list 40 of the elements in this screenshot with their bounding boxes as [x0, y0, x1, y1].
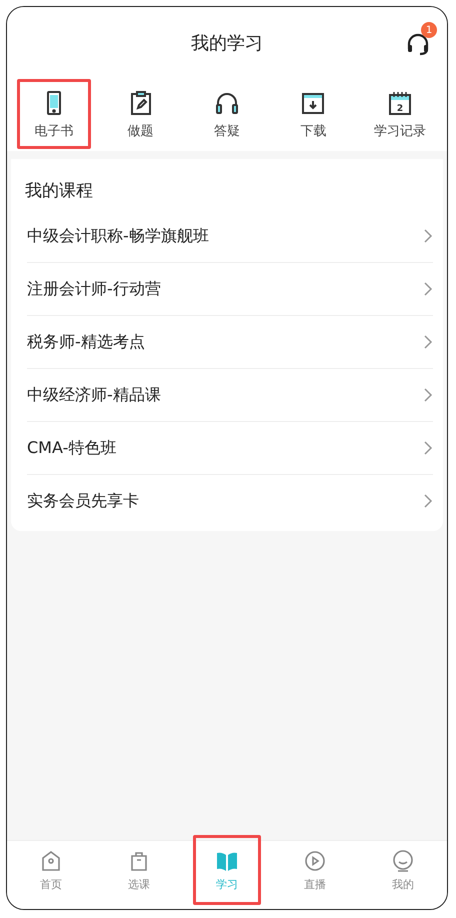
tab-label: 选课 [128, 876, 150, 892]
tab-item[interactable]: 我的 [369, 835, 437, 905]
shortcut-label: 做题 [128, 123, 154, 140]
shortcut-item[interactable]: 2 学习记录 [362, 79, 437, 149]
course-item[interactable]: 税务师-精选考点 [27, 316, 433, 369]
shortcut-item[interactable]: 答疑 [190, 79, 264, 149]
play-icon [303, 848, 327, 872]
headset-icon [405, 31, 431, 57]
tab-item[interactable]: 首页 [17, 835, 85, 905]
notification-badge: 1 [421, 22, 437, 38]
tab-item[interactable]: 直播 [281, 835, 349, 905]
course-item[interactable]: CMA-特色班 [27, 422, 433, 475]
shortcut-label: 答疑 [214, 123, 240, 140]
tab-label: 学习 [216, 876, 238, 892]
shortcut-item[interactable]: 下载 [276, 79, 351, 149]
smiley-icon [391, 848, 415, 872]
headphones-icon [214, 90, 240, 116]
course-item[interactable]: 中级经济师-精品课 [27, 369, 433, 422]
chevron-right-icon [423, 388, 433, 402]
chevron-right-icon [423, 441, 433, 455]
section-title: 我的课程 [24, 180, 94, 203]
tab-label: 我的 [392, 876, 414, 892]
folder-download-icon [300, 90, 326, 116]
course-item[interactable]: 注册会计师-行动营 [27, 263, 433, 316]
shortcut-label: 学习记录 [374, 123, 426, 140]
shortcut-item[interactable]: 做题 [103, 79, 178, 149]
tab-item[interactable]: 选课 [105, 835, 173, 905]
shortcut-label: 电子书 [34, 123, 74, 140]
shortcut-item[interactable]: 电子书 [17, 79, 92, 149]
home-icon [39, 848, 63, 872]
course-item[interactable]: 实务会员先享卡 [27, 475, 433, 527]
chevron-right-icon [423, 282, 433, 296]
course-item[interactable]: 中级会计职称-畅学旗舰班 [27, 210, 433, 263]
page-title: 我的学习 [191, 32, 263, 55]
tab-label: 首页 [40, 876, 62, 892]
chevron-right-icon [423, 494, 433, 508]
chevron-right-icon [423, 335, 433, 349]
tab-label: 直播 [304, 876, 326, 892]
shortcut-label: 下载 [300, 123, 326, 140]
chevron-right-icon [423, 229, 433, 243]
